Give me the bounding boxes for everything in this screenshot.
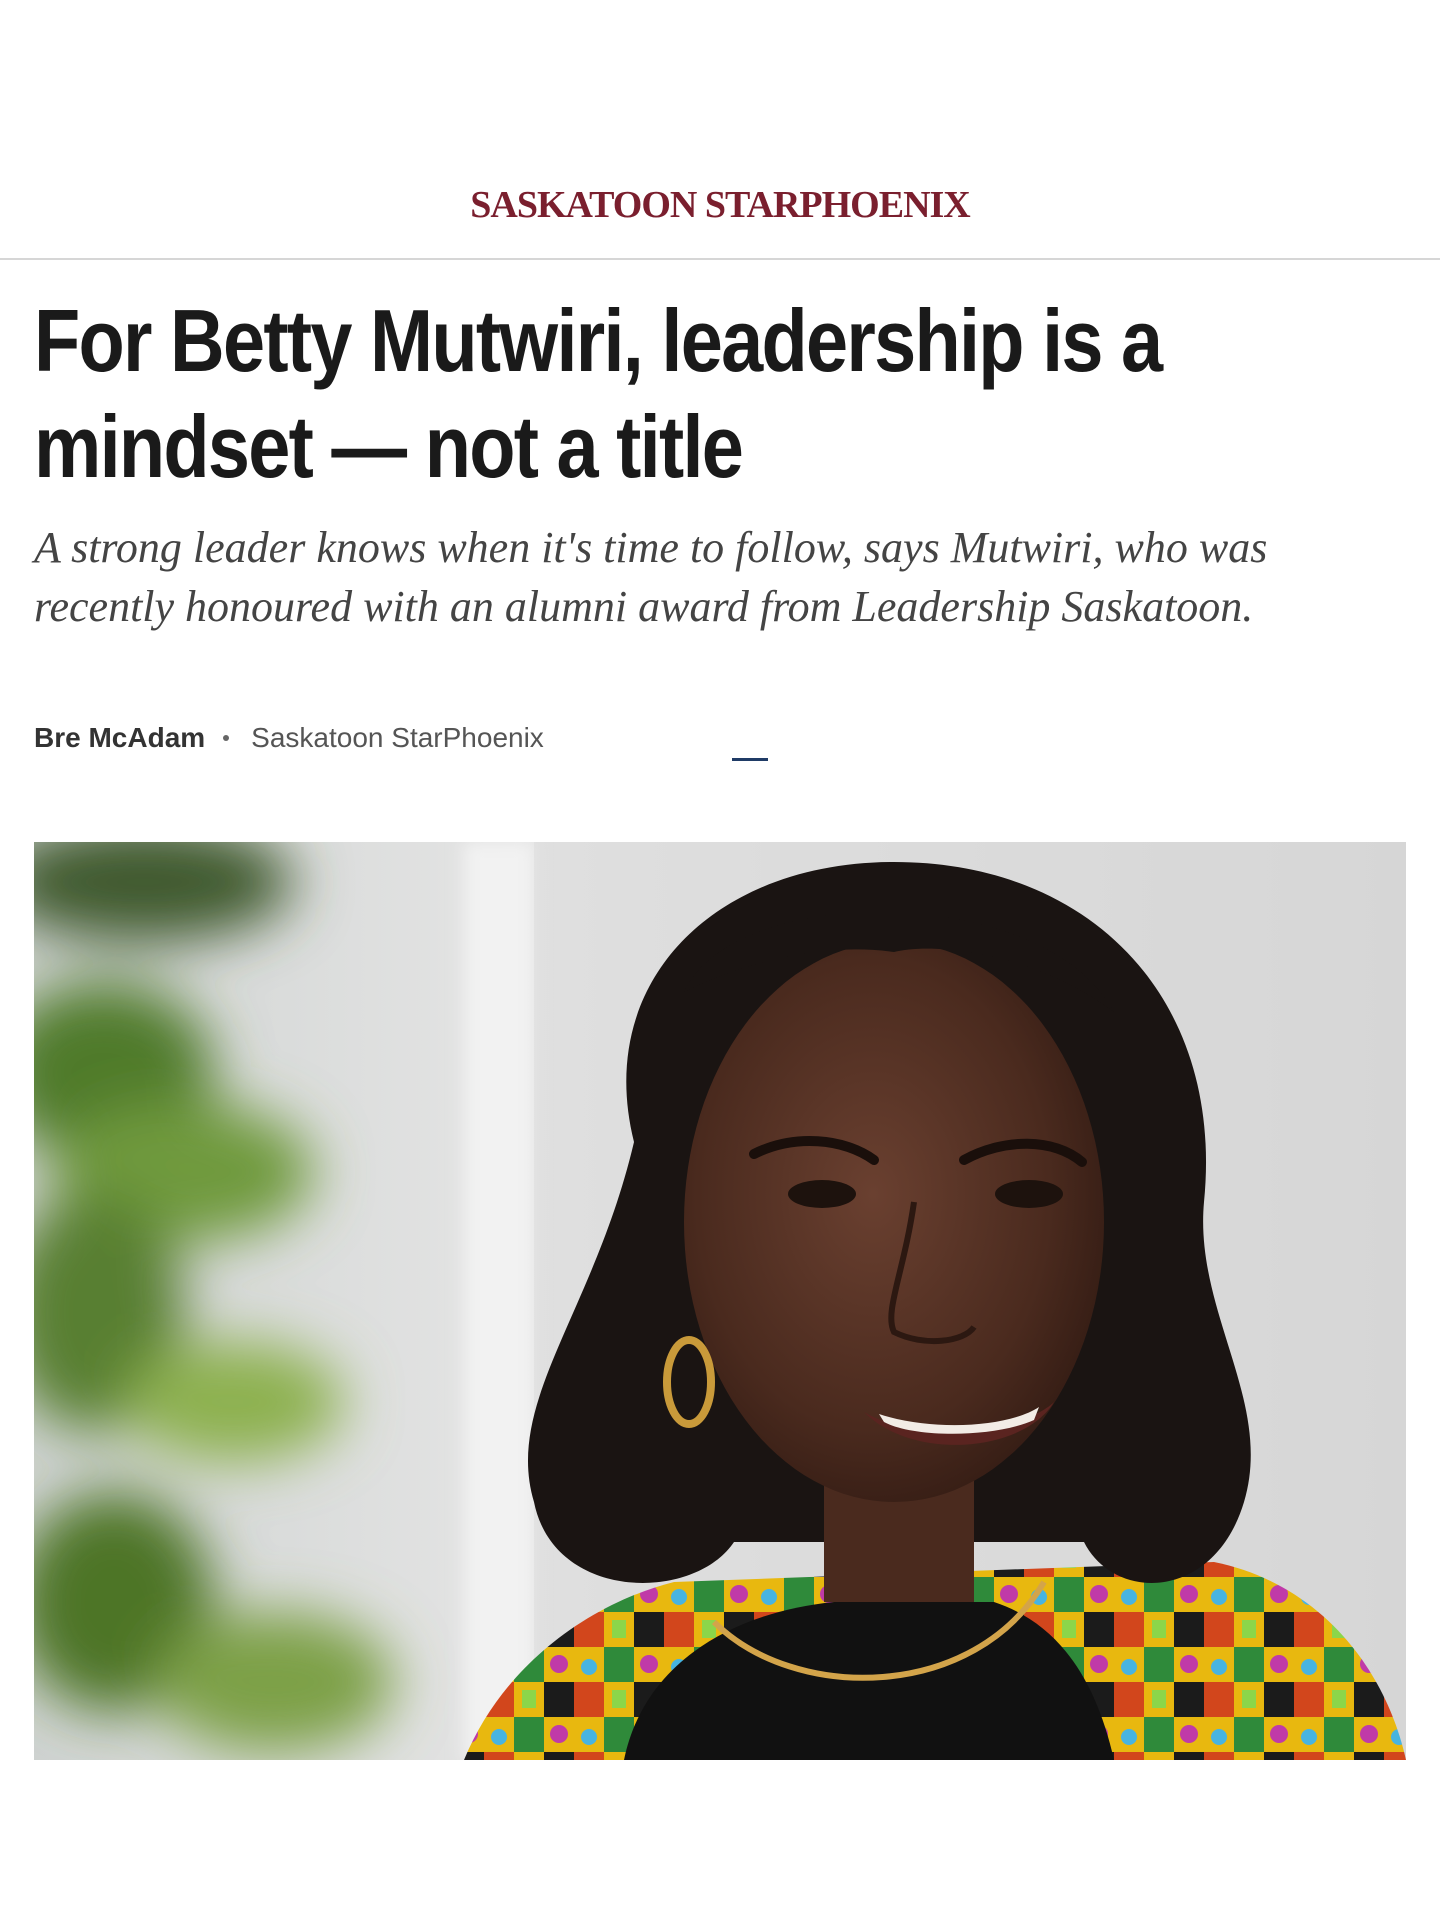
site-logo[interactable]: SASKATOON STARPHOENIX <box>0 186 1440 224</box>
publication-name: Saskatoon StarPhoenix <box>251 722 544 753</box>
hero-image <box>34 842 1406 1760</box>
author-name[interactable]: Bre McAdam <box>34 722 205 754</box>
article-dek: A strong leader knows when it's time to … <box>34 523 1268 631</box>
article-headline: For Betty Mutwiri, leadership is a minds… <box>34 291 1163 496</box>
separator-dot-icon <box>223 735 230 741</box>
byline: Bre McAdam Saskatoon StarPhoenix <box>34 722 544 754</box>
masthead: SASKATOON STARPHOENIX <box>0 0 1440 260</box>
divider-mark <box>732 758 768 761</box>
portrait-photo <box>34 842 1406 1760</box>
